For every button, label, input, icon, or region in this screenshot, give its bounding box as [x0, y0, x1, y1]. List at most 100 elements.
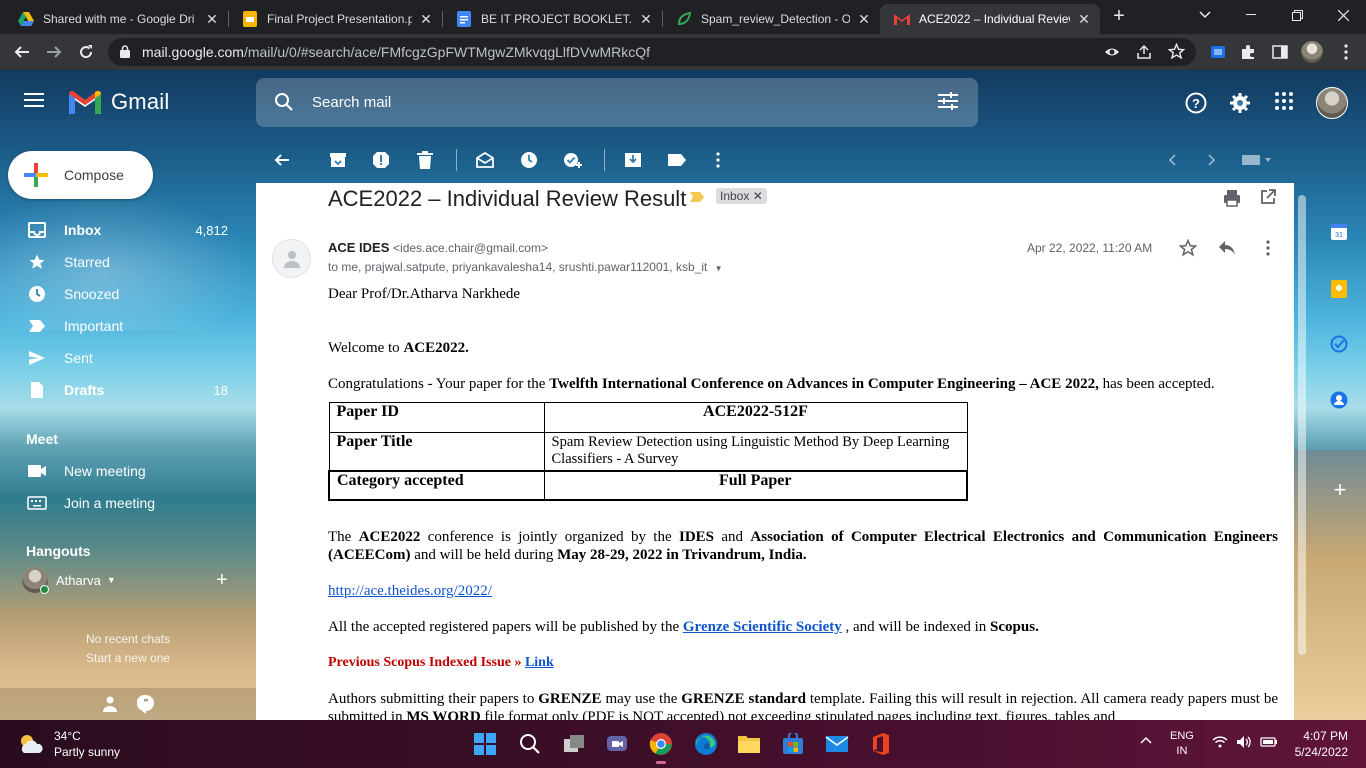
extension-screenshot-icon[interactable] — [1206, 40, 1230, 64]
side-panel-icon[interactable] — [1268, 40, 1292, 64]
extensions-puzzle-icon[interactable] — [1236, 40, 1260, 64]
taskbar-search-icon[interactable] — [514, 728, 546, 760]
bookmark-star-icon[interactable] — [1168, 43, 1185, 60]
get-addons-icon[interactable]: + — [1330, 479, 1350, 501]
chrome-taskbar-icon[interactable] — [645, 728, 677, 764]
search-bar[interactable]: Search mail — [256, 78, 978, 127]
apps-grid-icon[interactable] — [1275, 92, 1293, 110]
snooze-icon[interactable] — [519, 150, 539, 170]
contacts-icon[interactable] — [1330, 391, 1350, 411]
start-new-chat-link[interactable]: Start a new one — [86, 649, 170, 668]
close-icon[interactable]: ✕ — [1076, 11, 1092, 28]
archive-icon[interactable] — [328, 150, 348, 170]
task-view-icon[interactable] — [558, 728, 590, 760]
search-icon[interactable] — [274, 92, 294, 112]
weather-widget[interactable]: 34°C Partly sunny — [18, 728, 120, 760]
close-icon[interactable]: ✕ — [418, 11, 434, 28]
nav-snoozed[interactable]: Snoozed — [0, 278, 246, 310]
microsoft-store-icon[interactable] — [777, 728, 809, 760]
hangouts-quote-icon[interactable]: " — [137, 694, 155, 714]
edge-icon[interactable] — [690, 728, 722, 760]
new-tab-button[interactable]: + — [1107, 6, 1131, 28]
search-options-icon[interactable] — [938, 92, 958, 110]
join-meeting-button[interactable]: Join a meeting — [0, 487, 246, 519]
close-icon[interactable]: ✕ — [638, 11, 654, 28]
open-new-window-icon[interactable] — [1260, 189, 1276, 205]
reply-icon[interactable] — [1218, 240, 1236, 256]
sender-name[interactable]: ACE IDES — [328, 240, 389, 255]
star-email-icon[interactable] — [1179, 239, 1197, 257]
scrollbar[interactable] — [1298, 195, 1306, 655]
inbox-label-chip[interactable]: Inbox ✕ — [716, 188, 767, 204]
important-marker-icon[interactable] — [689, 191, 705, 203]
newer-chevron-icon[interactable] — [1162, 150, 1182, 170]
profile-avatar[interactable] — [1300, 40, 1324, 64]
tasks-icon[interactable] — [1330, 335, 1350, 355]
nav-sent[interactable]: Sent — [0, 342, 246, 374]
tab-docs[interactable]: BE IT PROJECT BOOKLET.docx ✕ — [442, 4, 662, 34]
nav-important[interactable]: Important — [0, 310, 246, 342]
share-icon[interactable] — [1136, 44, 1152, 60]
gmail-logo[interactable]: Gmail — [67, 88, 169, 116]
wifi-icon[interactable] — [1212, 736, 1228, 748]
language-indicator[interactable]: ENG IN — [1170, 729, 1194, 759]
main-menu-icon[interactable] — [24, 92, 44, 108]
battery-icon[interactable] — [1260, 736, 1278, 748]
close-icon[interactable]: ✕ — [204, 11, 220, 28]
tracking-eye-icon[interactable] — [1104, 44, 1120, 60]
teams-chat-icon[interactable] — [601, 728, 633, 760]
previous-issue-link[interactable]: Link — [525, 655, 554, 670]
back-icon[interactable] — [10, 40, 34, 64]
show-details-icon[interactable]: ▼ — [715, 264, 723, 273]
grenze-link[interactable]: Grenze Scientific Society — [683, 619, 842, 635]
recipients[interactable]: to me, prajwal.satpute, priyankavalesha1… — [328, 260, 723, 274]
conference-link[interactable]: http://ace.theides.org/2022/ — [328, 583, 492, 599]
add-chat-icon[interactable]: + — [216, 569, 228, 592]
account-avatar[interactable] — [1316, 87, 1348, 119]
reload-icon[interactable] — [74, 40, 98, 64]
compose-button[interactable]: Compose — [8, 151, 153, 199]
remove-label-icon[interactable]: ✕ — [753, 189, 763, 203]
nav-inbox[interactable]: Inbox 4,812 — [0, 214, 246, 246]
clock[interactable]: 4:07 PM 5/24/2022 — [1288, 728, 1348, 760]
mark-unread-icon[interactable] — [475, 150, 495, 170]
search-input[interactable]: Search mail — [312, 94, 391, 111]
close-window-icon[interactable] — [1320, 0, 1366, 30]
print-icon[interactable] — [1223, 189, 1241, 207]
input-tools-icon[interactable] — [1240, 150, 1274, 170]
message-more-icon[interactable] — [1266, 240, 1270, 256]
person-icon[interactable] — [103, 696, 117, 712]
windows-start-icon[interactable] — [469, 728, 501, 760]
tab-google-drive[interactable]: Shared with me - Google Dri ✕ — [4, 4, 228, 34]
nav-starred[interactable]: Starred — [0, 246, 246, 278]
label-icon[interactable] — [667, 150, 687, 170]
new-meeting-button[interactable]: New meeting — [0, 455, 246, 487]
address-bar[interactable]: mail.google.com/mail/u/0/#search/ace/FMf… — [108, 38, 1196, 66]
volume-icon[interactable] — [1236, 735, 1252, 749]
more-options-icon[interactable] — [708, 150, 728, 170]
add-to-tasks-icon[interactable] — [563, 150, 583, 170]
nav-drafts[interactable]: Drafts 18 — [0, 374, 246, 406]
older-chevron-icon[interactable] — [1202, 150, 1222, 170]
keep-icon[interactable] — [1330, 279, 1350, 299]
settings-gear-icon[interactable] — [1229, 92, 1251, 114]
tab-onedrive[interactable]: Spam_review_Detection - On ✕ — [662, 4, 880, 34]
sender-avatar[interactable] — [272, 239, 311, 278]
back-to-search-icon[interactable] — [272, 150, 292, 170]
file-explorer-icon[interactable] — [733, 728, 765, 760]
hangouts-user[interactable]: Atharva ▼ — [22, 567, 116, 594]
move-to-icon[interactable] — [623, 150, 643, 170]
tab-gmail-active[interactable]: ACE2022 – Individual Review ✕ — [880, 4, 1100, 34]
chrome-menu-icon[interactable] — [1334, 40, 1358, 64]
minimize-icon[interactable] — [1228, 0, 1274, 30]
calendar-icon[interactable]: 31 — [1330, 223, 1350, 243]
tab-search-icon[interactable] — [1182, 0, 1228, 30]
tab-slides[interactable]: Final Project Presentation.ppt ✕ — [228, 4, 442, 34]
close-icon[interactable]: ✕ — [856, 11, 872, 28]
forward-icon[interactable] — [42, 40, 66, 64]
office-icon[interactable] — [865, 728, 897, 760]
show-hidden-icons-icon[interactable] — [1140, 736, 1152, 744]
mail-icon[interactable] — [821, 728, 853, 760]
report-spam-icon[interactable] — [371, 150, 391, 170]
restore-icon[interactable] — [1274, 0, 1320, 30]
